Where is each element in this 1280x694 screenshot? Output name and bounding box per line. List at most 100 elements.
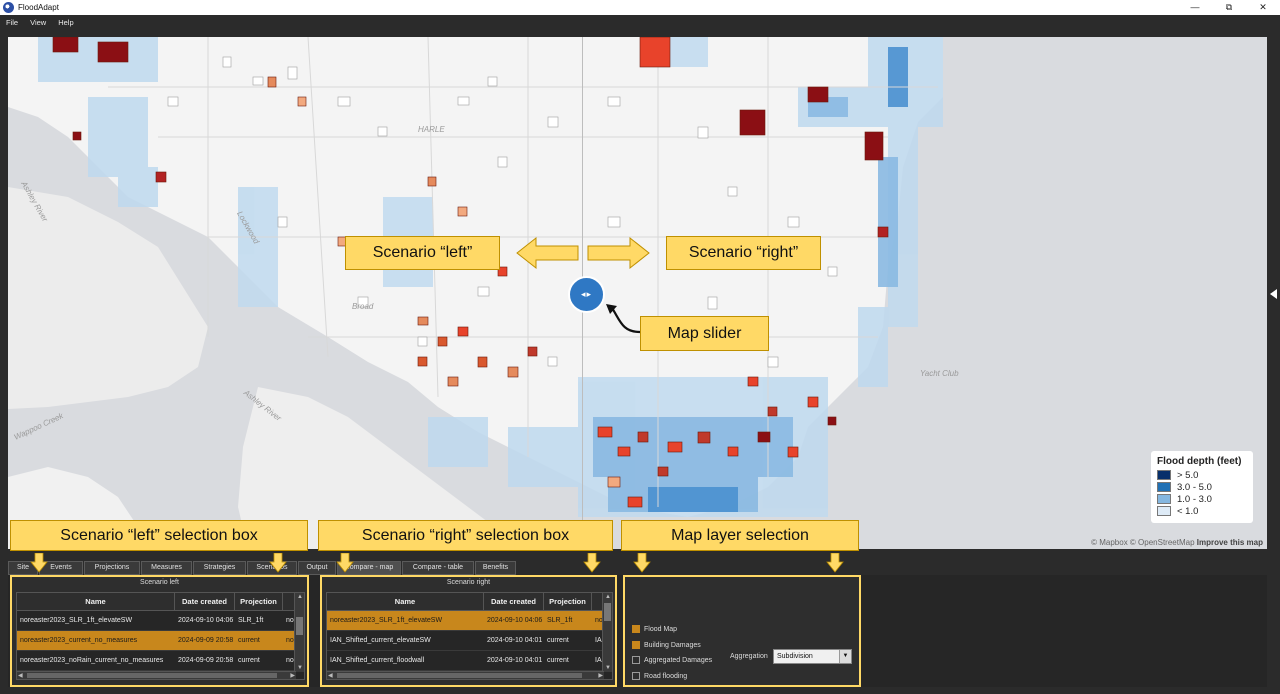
menu-file[interactable]: File — [0, 18, 24, 27]
layer-option-aggregated-damages[interactable]: Aggregated Damages — [632, 656, 712, 664]
cell-projection: current — [547, 637, 569, 644]
minimize-button[interactable]: — — [1178, 0, 1212, 15]
tab-compare-table[interactable]: Compare - table — [402, 561, 474, 575]
mapbox-attribution-link[interactable]: © Mapbox — [1091, 538, 1128, 547]
vertical-scrollbar[interactable]: ▲ ▼ — [294, 593, 304, 672]
down-arrow-icon — [633, 553, 651, 573]
table-header: Name Date created Projection — [17, 593, 304, 611]
layer-label: Road flooding — [644, 672, 688, 680]
flood-depth-legend: Flood depth (feet) > 5.0 3.0 - 5.0 1.0 -… — [1151, 451, 1253, 523]
scroll-right-arrow-icon[interactable]: ▶ — [290, 672, 295, 679]
aggregation-value: Subdivision — [777, 653, 813, 660]
map-attribution: © Mapbox © OpenStreetMap Improve this ma… — [1091, 538, 1263, 547]
menu-view[interactable]: View — [24, 18, 52, 27]
column-header-date[interactable]: Date created — [484, 593, 544, 610]
cell-projection: SLR_1ft — [547, 617, 573, 624]
comparison-map[interactable]: HARLE Ashley River Lockwood Broad Ashley… — [8, 37, 1267, 549]
callout-left-selection-box: Scenario “left” selection box — [10, 520, 308, 551]
map-place-label: Broad — [352, 302, 374, 311]
scrollbar-thumb[interactable] — [27, 673, 277, 678]
tab-benefits[interactable]: Benefits — [475, 561, 516, 575]
down-arrow-icon — [583, 553, 601, 573]
tab-strategies[interactable]: Strategies — [193, 561, 246, 575]
column-header-name[interactable]: Name — [17, 593, 175, 610]
restore-button[interactable]: ⧉ — [1212, 0, 1246, 15]
table-row[interactable]: IAN_Shifted_current_elevateSW 2024-09-10… — [327, 631, 612, 651]
horizontal-scrollbar[interactable]: ◀ ▶ — [17, 671, 296, 679]
scroll-up-arrow-icon[interactable]: ▲ — [297, 594, 303, 600]
cell-name: IAN_Shifted_current_elevateSW — [330, 637, 431, 644]
tab-output[interactable]: Output — [298, 561, 336, 575]
aggregation-label: Aggregation — [730, 653, 768, 660]
scroll-up-arrow-icon[interactable]: ▲ — [605, 594, 611, 600]
table-row[interactable]: noreaster2023_noRain_current_no_measures… — [17, 651, 304, 671]
scroll-down-arrow-icon[interactable]: ▼ — [605, 665, 611, 671]
legend-label: > 5.0 — [1177, 469, 1199, 481]
scrollbar-thumb[interactable] — [337, 673, 582, 678]
cell-projection: SLR_1ft — [238, 617, 264, 624]
menu-help[interactable]: Help — [52, 18, 79, 27]
cell-name: noreaster2023_current_no_measures — [20, 637, 138, 644]
chevron-down-icon[interactable]: ▼ — [839, 650, 851, 663]
app-logo-icon — [3, 2, 14, 13]
layer-option-road-flooding[interactable]: Road flooding — [632, 672, 687, 680]
legend-swatch — [1157, 482, 1171, 492]
improve-map-link[interactable]: Improve this map — [1197, 538, 1263, 547]
arrow-right-icon — [587, 236, 650, 270]
down-arrow-icon — [336, 553, 354, 573]
panel-collapse-arrow-icon[interactable] — [1270, 289, 1277, 299]
tab-measures[interactable]: Measures — [141, 561, 192, 575]
scenario-left-table[interactable]: Name Date created Projection noreaster20… — [16, 592, 305, 680]
aggregation-dropdown[interactable]: Subdivision ▼ — [773, 649, 852, 664]
legend-swatch — [1157, 506, 1171, 516]
scrollbar-thumb[interactable] — [604, 603, 611, 621]
layer-option-building-damages[interactable]: Building Damages — [632, 641, 701, 649]
callout-right-selection-box: Scenario “right” selection box — [318, 520, 613, 551]
table-row[interactable]: noreaster2023_SLR_1ft_elevateSW 2024-09-… — [17, 611, 304, 631]
layer-option-flood-map[interactable]: Flood Map — [632, 625, 677, 633]
checkbox-flood-map[interactable] — [632, 625, 640, 633]
callout-scenario-right: Scenario “right” — [666, 236, 821, 270]
scroll-left-arrow-icon[interactable]: ◀ — [328, 672, 333, 679]
close-button[interactable]: ✕ — [1246, 0, 1280, 15]
callout-layer-selection: Map layer selection — [621, 520, 859, 551]
table-row[interactable]: IAN_Shifted_current_floodwall 2024-09-10… — [327, 651, 612, 671]
horizontal-scrollbar[interactable]: ◀ ▶ — [327, 671, 604, 679]
cell-date: 2024-09-10 04:06 — [178, 617, 234, 624]
map-canvas — [8, 37, 1267, 549]
main-tab-bar: Site Events Projections Measures Strateg… — [8, 561, 517, 575]
scroll-right-arrow-icon[interactable]: ▶ — [598, 672, 603, 679]
tab-projections[interactable]: Projections — [84, 561, 140, 575]
column-header-projection[interactable]: Projection — [544, 593, 592, 610]
checkbox-aggregated-damages[interactable] — [632, 656, 640, 664]
table-row-selected[interactable]: noreaster2023_SLR_1ft_elevateSW 2024-09-… — [327, 611, 612, 631]
vertical-scrollbar[interactable]: ▲ ▼ — [602, 593, 612, 672]
cell-projection: current — [547, 657, 569, 664]
scroll-left-arrow-icon[interactable]: ◀ — [18, 672, 23, 679]
checkbox-road-flooding[interactable] — [632, 672, 640, 680]
callout-map-slider: Map slider — [640, 316, 769, 351]
cell-name: noreaster2023_SLR_1ft_elevateSW — [20, 617, 133, 624]
column-header-date[interactable]: Date created — [175, 593, 235, 610]
menu-bar: File View Help — [0, 15, 1280, 29]
cell-name: noreaster2023_noRain_current_no_measures — [20, 657, 164, 664]
cell-date: 2024-09-10 04:01 — [487, 637, 543, 644]
arrow-left-icon — [516, 236, 579, 270]
scrollbar-thumb[interactable] — [296, 617, 303, 635]
legend-item: > 5.0 — [1157, 469, 1247, 481]
column-header-name[interactable]: Name — [327, 593, 484, 610]
scenario-right-table[interactable]: Name Date created Projection noreaster20… — [326, 592, 613, 680]
column-header-projection[interactable]: Projection — [235, 593, 283, 610]
table-row-selected[interactable]: noreaster2023_current_no_measures 2024-0… — [17, 631, 304, 651]
cell-date: 2024-09-09 20:58 — [178, 657, 234, 664]
layer-label: Building Damages — [644, 641, 701, 649]
cell-projection: current — [238, 657, 260, 664]
osm-attribution-link[interactable]: © OpenStreetMap — [1130, 538, 1195, 547]
map-place-label: Yacht Club — [920, 369, 959, 378]
cell-date: 2024-09-10 04:01 — [487, 657, 543, 664]
checkbox-building-damages[interactable] — [632, 641, 640, 649]
legend-label: 1.0 - 3.0 — [1177, 493, 1212, 505]
down-arrow-icon — [269, 553, 287, 573]
callout-scenario-left: Scenario “left” — [345, 236, 500, 270]
scroll-down-arrow-icon[interactable]: ▼ — [297, 665, 303, 671]
